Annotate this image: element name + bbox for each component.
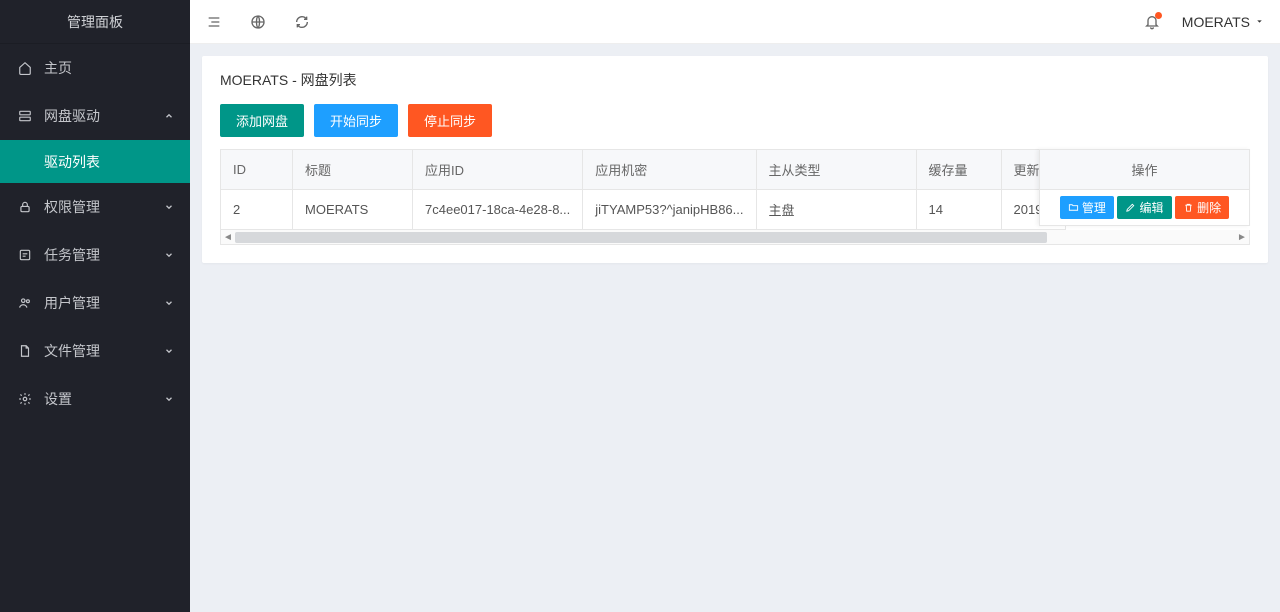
users-icon	[16, 296, 34, 310]
content-panel: MOERATS - 网盘列表 添加网盘 开始同步 停止同步	[202, 56, 1268, 263]
sidebar-item-files[interactable]: 文件管理	[0, 327, 190, 375]
sidebar: 管理面板 主页 网盘驱动 驱动列表 权限管理 任务管理 用户管理	[0, 0, 190, 612]
chevron-down-icon	[164, 202, 174, 212]
table-row[interactable]: 2 MOERATS 7c4ee017-18ca-4e28-8... jiTYAM…	[221, 190, 1066, 230]
task-icon	[16, 248, 34, 262]
sidebar-item-label: 主页	[44, 58, 72, 78]
panel-title: MOERATS - 网盘列表	[220, 70, 1250, 90]
lock-icon	[16, 200, 34, 214]
sidebar-item-label: 网盘驱动	[44, 106, 100, 126]
sidebar-item-drive-list[interactable]: 驱动列表	[0, 140, 190, 183]
sidebar-item-home[interactable]: 主页	[0, 44, 190, 92]
drive-table: ID 标题 应用ID 应用机密 主从类型 缓存量 更新时	[220, 149, 1066, 230]
sidebar-item-label: 文件管理	[44, 341, 100, 361]
chevron-down-icon	[164, 298, 174, 308]
manage-button[interactable]: 管理	[1060, 196, 1114, 219]
cell-masterslave: 主盘	[756, 190, 916, 230]
sidebar-item-label: 用户管理	[44, 293, 100, 313]
cell-appid: 7c4ee017-18ca-4e28-8...	[413, 190, 583, 230]
sidebar-title: 管理面板	[0, 0, 190, 44]
col-appid: 应用ID	[413, 150, 583, 190]
cell-appsecret: jiTYAMP53?^janipHB86...	[583, 190, 756, 230]
refresh-icon[interactable]	[294, 14, 310, 30]
cell-cache: 14	[916, 190, 1001, 230]
home-icon	[16, 61, 34, 75]
sidebar-item-label: 驱动列表	[44, 152, 100, 172]
col-masterslave: 主从类型	[756, 150, 916, 190]
pencil-icon	[1125, 202, 1136, 213]
col-ops: 操作	[1040, 150, 1250, 190]
col-title: 标题	[293, 150, 413, 190]
delete-button[interactable]: 删除	[1175, 196, 1229, 219]
chevron-down-icon	[164, 346, 174, 356]
chevron-down-icon	[164, 250, 174, 260]
action-button-row: 添加网盘 开始同步 停止同步	[220, 104, 1250, 137]
notification-bell-icon[interactable]	[1144, 14, 1160, 30]
add-drive-button[interactable]: 添加网盘	[220, 104, 304, 137]
notification-dot	[1155, 12, 1162, 19]
scroll-right-arrow[interactable]: ►	[1235, 230, 1249, 244]
trash-icon	[1183, 202, 1194, 213]
horizontal-scrollbar[interactable]: ◄ ►	[220, 230, 1250, 245]
table-container: ID 标题 应用ID 应用机密 主从类型 缓存量 更新时	[220, 149, 1250, 245]
main: MOERATS MOERATS - 网盘列表 添加网盘 开始同步 停止同步	[190, 0, 1280, 612]
file-icon	[16, 344, 34, 358]
caret-down-icon	[1255, 17, 1264, 26]
stop-sync-button[interactable]: 停止同步	[408, 104, 492, 137]
cell-id: 2	[221, 190, 293, 230]
sidebar-item-tasks[interactable]: 任务管理	[0, 231, 190, 279]
col-cache: 缓存量	[916, 150, 1001, 190]
menu-collapse-icon[interactable]	[206, 14, 222, 30]
col-id: ID	[221, 150, 293, 190]
globe-icon[interactable]	[250, 14, 266, 30]
ops-fixed-column: 操作 管理	[1039, 149, 1250, 226]
drive-icon	[16, 109, 34, 123]
col-appsecret: 应用机密	[583, 150, 756, 190]
sidebar-item-permissions[interactable]: 权限管理	[0, 183, 190, 231]
sidebar-submenu-drive: 驱动列表	[0, 140, 190, 183]
sidebar-item-drive[interactable]: 网盘驱动	[0, 92, 190, 140]
sidebar-item-label: 任务管理	[44, 245, 100, 265]
user-menu[interactable]: MOERATS	[1182, 14, 1264, 30]
edit-button[interactable]: 编辑	[1117, 196, 1171, 219]
chevron-up-icon	[164, 111, 174, 121]
topbar: MOERATS	[190, 0, 1280, 44]
sidebar-item-label: 设置	[44, 389, 72, 409]
sidebar-item-label: 权限管理	[44, 197, 100, 217]
cell-title: MOERATS	[293, 190, 413, 230]
table-header-row: ID 标题 应用ID 应用机密 主从类型 缓存量 更新时	[221, 150, 1066, 190]
gear-icon	[16, 392, 34, 406]
user-name: MOERATS	[1182, 14, 1250, 30]
sidebar-item-users[interactable]: 用户管理	[0, 279, 190, 327]
scrollbar-thumb[interactable]	[235, 232, 1047, 243]
sidebar-item-settings[interactable]: 设置	[0, 375, 190, 423]
folder-icon	[1068, 202, 1079, 213]
start-sync-button[interactable]: 开始同步	[314, 104, 398, 137]
scroll-left-arrow[interactable]: ◄	[221, 230, 235, 244]
chevron-down-icon	[164, 394, 174, 404]
